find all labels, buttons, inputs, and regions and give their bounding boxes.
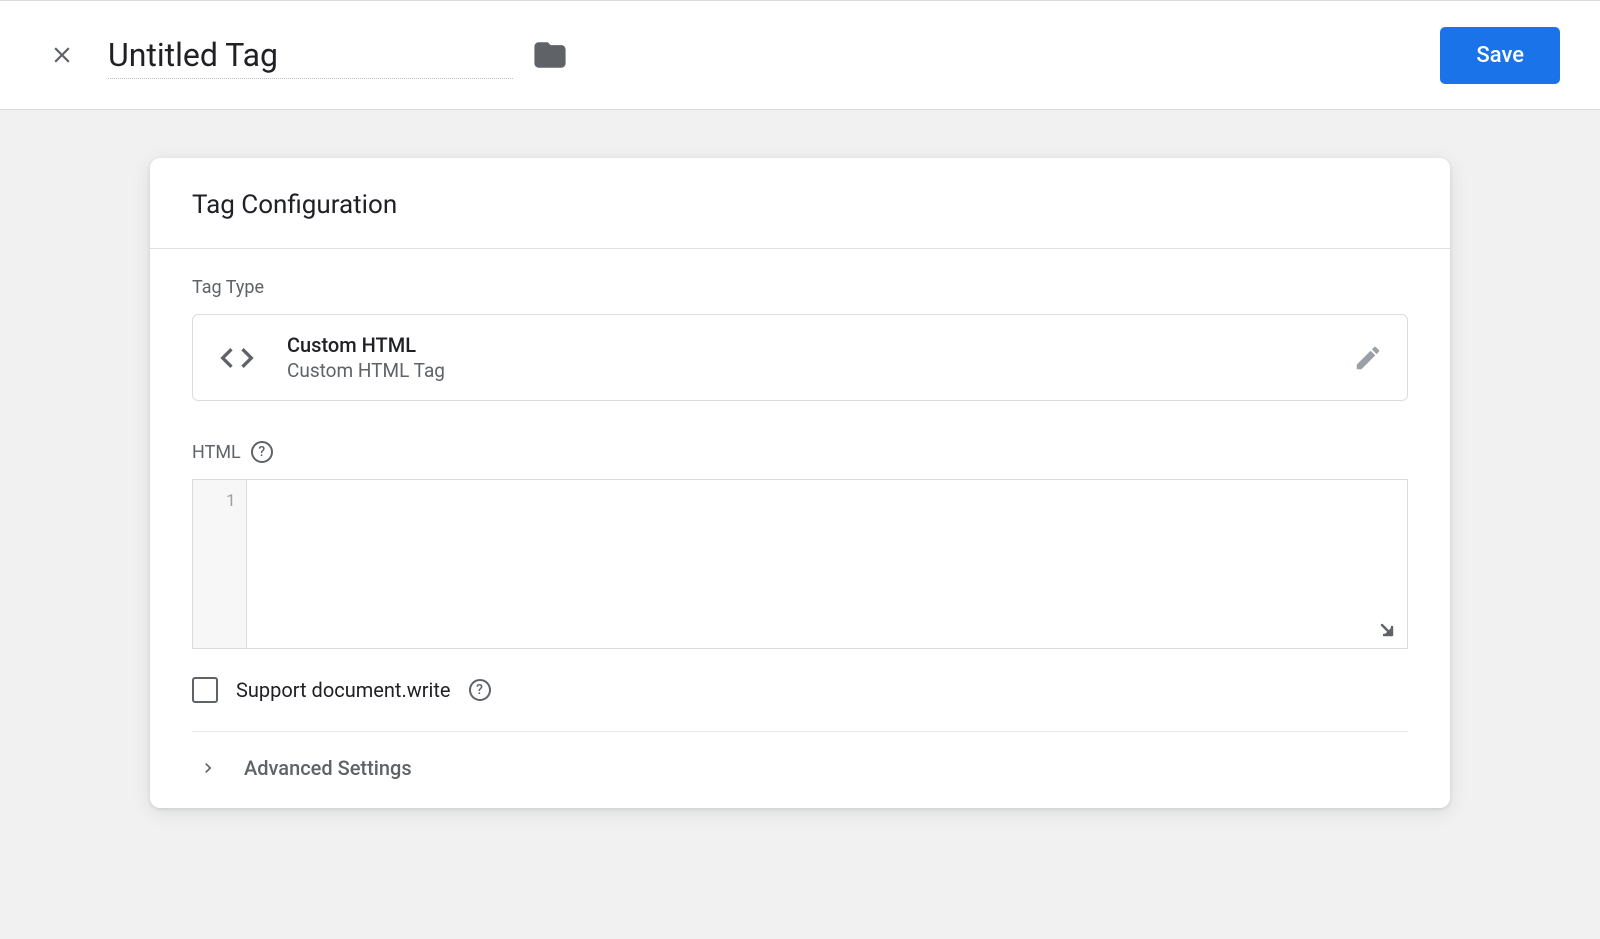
editor-header: Save (0, 0, 1600, 110)
content-area: Tag Configuration Tag Type Custom HTML C… (0, 110, 1600, 808)
pencil-icon (1353, 343, 1383, 373)
advanced-settings-toggle[interactable]: Advanced Settings (192, 732, 1408, 808)
html-section-label: HTML ? (192, 441, 1408, 463)
folder-button[interactable] (533, 38, 567, 72)
resize-arrow-icon (1375, 618, 1399, 642)
editor-gutter: 1 (193, 480, 247, 648)
html-code-textarea[interactable] (247, 480, 1407, 648)
support-docwrite-row: Support document.write ? (192, 677, 1408, 732)
code-icon (217, 338, 257, 378)
save-button[interactable]: Save (1440, 27, 1560, 84)
chevron-right-icon (198, 758, 218, 778)
folder-icon (533, 38, 567, 72)
advanced-settings-label: Advanced Settings (244, 756, 412, 780)
tag-config-card: Tag Configuration Tag Type Custom HTML C… (150, 158, 1450, 808)
html-code-editor: 1 (192, 479, 1408, 649)
card-header: Tag Configuration (150, 158, 1450, 249)
line-number: 1 (193, 488, 236, 511)
support-docwrite-checkbox[interactable] (192, 677, 218, 703)
tag-type-desc: Custom HTML Tag (287, 359, 1353, 382)
tag-type-name: Custom HTML (287, 333, 1353, 357)
close-button[interactable] (44, 37, 80, 73)
card-title: Tag Configuration (192, 190, 1408, 220)
editor-resize-handle[interactable] (1375, 618, 1399, 642)
docwrite-help-button[interactable]: ? (469, 679, 491, 701)
tag-name-input[interactable] (108, 32, 513, 79)
tag-type-label: Tag Type (192, 277, 1408, 298)
close-icon (49, 42, 75, 68)
html-help-button[interactable]: ? (251, 441, 273, 463)
html-label-text: HTML (192, 442, 241, 463)
tag-type-selector[interactable]: Custom HTML Custom HTML Tag (192, 314, 1408, 401)
edit-tag-type-button[interactable] (1353, 343, 1383, 373)
tag-type-text: Custom HTML Custom HTML Tag (287, 333, 1353, 382)
support-docwrite-label: Support document.write (236, 678, 451, 702)
